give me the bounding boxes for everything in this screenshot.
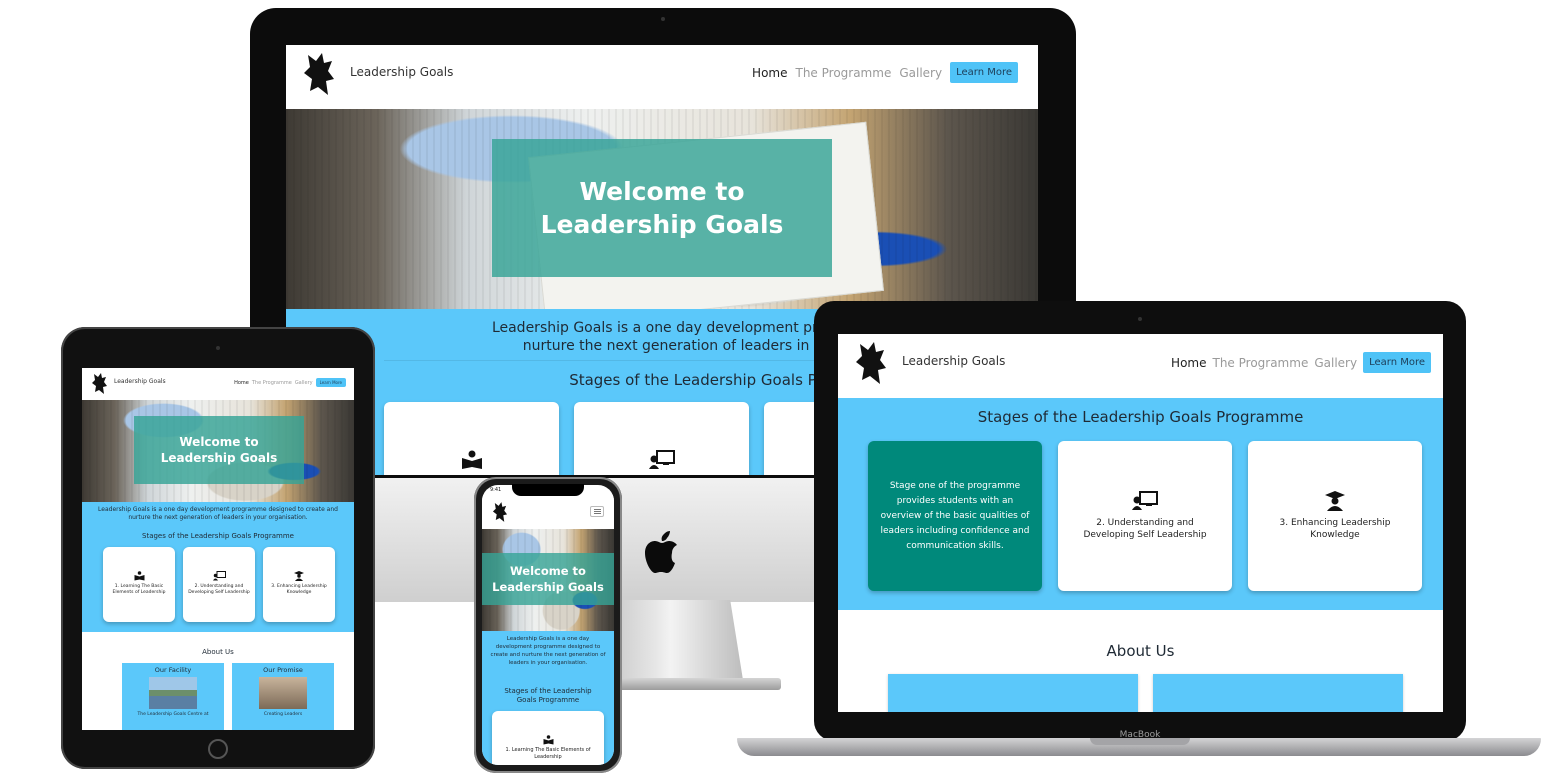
stage-card-1[interactable]: Stage one of the programme provides stud… [868,441,1042,591]
apple-logo-icon [645,531,677,573]
stage-card-2[interactable]: 2. Understanding and Developing Self Lea… [183,547,255,622]
nav-programme[interactable]: The Programme [1212,356,1308,370]
stages-section: Stages of the Leadership Goals Programme… [838,398,1443,610]
stage-card-3[interactable]: 3. Enhancing Leadership Knowledge [1248,441,1422,591]
imac-camera [661,17,665,21]
macbook-label: MacBook [1119,730,1161,740]
learn-more-button[interactable]: Learn More [1363,352,1431,373]
macbook-screen: Leadership Goals Home The Programme Gall… [838,334,1443,712]
brand-name[interactable]: Leadership Goals [114,378,166,385]
stage-card-1[interactable]: 1. Learning The Basic Elements of Leader… [492,711,604,765]
chalkboard-teacher-icon [648,450,675,469]
stage-card-2[interactable]: 2. Understanding and Developing Self Lea… [1058,441,1232,591]
stage-label-3: 3. Enhancing Leadership Knowledge [271,584,327,595]
navbar: Leadership Goals Home The Programme Gall… [82,368,354,400]
graduate-icon [1325,491,1345,511]
nav-links: Home The Programme Gallery Learn More [234,378,346,387]
navbar: Leadership Goals Home The Programme Gall… [838,334,1443,398]
navbar [482,495,614,529]
hero-heading-line2: Leadership Goals [540,210,784,239]
nav-programme[interactable]: The Programme [795,66,891,80]
intro-text: Leadership Goals is a one day developmen… [98,506,338,521]
promise-photo [259,677,307,709]
about-facility-title: Our Facility [154,666,192,674]
about-facility-text: The Leadership Goals Centre at [137,712,209,717]
about-card-promise[interactable] [1153,674,1403,712]
nav-home[interactable]: Home [752,66,787,80]
nav-gallery[interactable]: Gallery [899,66,942,80]
brand-name[interactable]: Leadership Goals [902,354,1005,368]
nav-home[interactable]: Home [1171,356,1206,370]
facility-photo [149,677,197,709]
stage-label-2: 2. Understanding and Developing Self Lea… [1083,518,1207,540]
hamburger-menu-icon[interactable] [590,506,604,517]
hero-banner: Welcome to Leadership Goals [482,529,614,631]
lion-logo-icon[interactable] [91,372,108,395]
stage-label-1: 1. Learning The Basic Elements of Leader… [112,584,166,595]
stages-title: Stages of the Leadership Goals Programme [977,408,1304,426]
about-card-facility[interactable] [888,674,1138,712]
stage-card-3[interactable]: 3. Enhancing Leadership Knowledge [263,547,335,622]
about-title: About Us [202,648,234,656]
hero-welcome-box: Welcome to Leadership Goals [492,139,832,277]
stages-title: Stages of the Leadership Goals Programme [142,532,294,540]
hero-heading-line2: Leadership Goals [160,451,278,465]
about-promise-title: Our Promise [263,666,303,674]
intro-section: Leadership Goals is a one day developmen… [82,502,354,632]
graduate-icon [294,571,304,581]
ipad-screen: Leadership Goals Home The Programme Gall… [82,368,354,730]
stage-card-2[interactable] [574,402,749,475]
about-promise-text: Creating Leaders [263,712,303,717]
stage-label-2: 2. Understanding and Developing Self Lea… [188,584,250,595]
hero-banner: Welcome to Leadership Goals [286,109,1038,309]
nav-gallery[interactable]: Gallery [1314,356,1357,370]
navbar: Leadership Goals Home The Programme Gall… [286,45,1038,109]
chalkboard-teacher-icon [212,571,226,581]
intro-text: Leadership Goals is a one day developmen… [490,636,606,666]
hero-welcome-box: Welcome to Leadership Goals [134,416,304,484]
stage-label-1: 1. Learning The Basic Elements of Leader… [505,747,591,760]
nav-links: Home The Programme Gallery Learn More [1171,352,1431,373]
brand-name[interactable]: Leadership Goals [350,65,453,79]
book-reader-icon [134,571,144,581]
learn-more-button[interactable]: Learn More [315,378,346,387]
stage-one-detail: Stage one of the programme provides stud… [880,480,1030,551]
phone-screen: 9:41 Welcome to Leadership Goals Leaders… [482,485,614,765]
nav-home[interactable]: Home [234,380,249,386]
ipad-camera [216,346,220,350]
stage-label-3: 3. Enhancing Leadership Knowledge [1279,518,1391,540]
lion-logo-icon[interactable] [854,340,888,386]
stages-title: Stages of the Leadership Goals Programme [504,687,592,704]
about-title: About Us [1106,642,1175,660]
lion-logo-icon[interactable] [302,51,336,97]
nav-programme[interactable]: The Programme [252,380,292,386]
book-reader-icon [543,735,553,745]
book-reader-icon [461,450,482,469]
nav-gallery[interactable]: Gallery [295,380,313,386]
hero-welcome-box: Welcome to Leadership Goals [482,553,614,605]
lion-logo-icon[interactable] [492,501,508,523]
intro-section: Leadership Goals is a one day developmen… [482,631,614,765]
stage-card-1[interactable]: 1. Learning The Basic Elements of Leader… [103,547,175,622]
about-card-promise[interactable]: Our Promise Creating Leaders [232,663,334,730]
macbook-camera [1138,317,1142,321]
about-card-facility[interactable]: Our Facility The Leadership Goals Centre… [122,663,224,730]
phone-notch [512,484,584,496]
stage-card-1[interactable] [384,402,559,475]
phone-time: 9:41 [490,487,502,493]
hero-heading: Welcome to Leadership Goals [492,564,604,594]
hero-heading-line1: Welcome to [579,177,745,206]
learn-more-button[interactable]: Learn More [950,62,1018,83]
chalkboard-teacher-icon [1132,491,1158,510]
nav-links: Home The Programme Gallery Learn More [752,62,1018,83]
hero-banner: Welcome to Leadership Goals [82,400,354,502]
ipad-home-button [208,739,228,759]
hero-heading-line1: Welcome to [179,435,259,449]
